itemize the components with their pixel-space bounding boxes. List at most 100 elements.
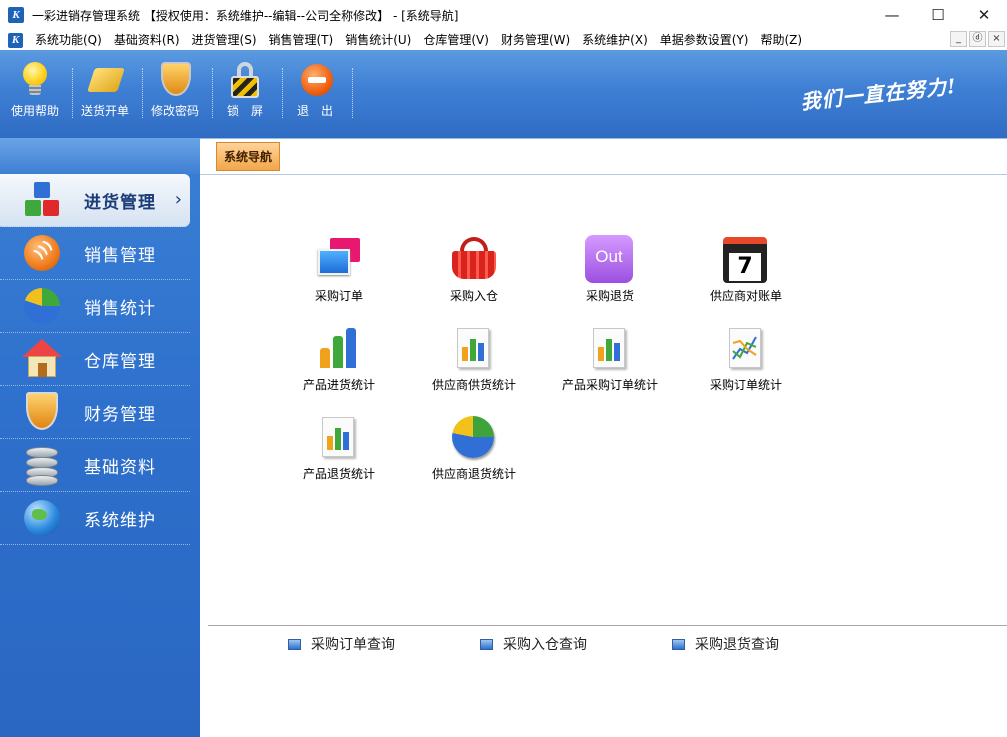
lock-icon xyxy=(227,62,263,100)
shortcut-label: 产品采购订单统计 xyxy=(561,378,658,392)
purchase-receipt-shortcut[interactable]: 采购入仓 xyxy=(409,235,539,304)
window-icon xyxy=(480,638,493,650)
shortcut-label: 采购订单 xyxy=(314,289,363,303)
shortcut-label: 产品退货统计 xyxy=(302,467,375,481)
sidebar-item-warehouse[interactable]: 仓库管理 xyxy=(0,333,190,386)
supplier-supply-stats-shortcut[interactable]: 供应商供货统计 xyxy=(409,324,539,393)
change-password-button[interactable]: 修改密码 xyxy=(145,62,205,119)
sidebar-item-purchase[interactable]: 进货管理 › xyxy=(0,174,190,227)
sidebar-item-maintenance[interactable]: 系统维护 xyxy=(0,492,190,545)
chevron-right-icon: › xyxy=(174,189,182,210)
rss-icon xyxy=(22,233,62,273)
purchase-receipt-query-link[interactable]: 采购入仓查询 xyxy=(480,634,587,654)
report-chart-icon xyxy=(314,413,364,463)
minimize-button[interactable]: — xyxy=(869,0,915,30)
menu-sales[interactable]: 销售管理(T) xyxy=(263,30,340,50)
menu-basic-data[interactable]: 基础资料(R) xyxy=(108,30,186,50)
toolbar-separator xyxy=(142,68,143,118)
product-order-stats-shortcut[interactable]: 产品采购订单统计 xyxy=(545,324,675,393)
shield-icon xyxy=(22,392,62,432)
toolbar-separator xyxy=(352,68,353,118)
report-chart-icon xyxy=(585,324,635,374)
sidebar-item-label: 财务管理 xyxy=(84,404,156,425)
shortcut-label: 采购退货 xyxy=(585,289,634,303)
query-label: 采购入仓查询 xyxy=(503,637,587,653)
pie-chart-icon xyxy=(22,286,62,326)
basket-icon xyxy=(449,235,499,285)
report-chart-icon xyxy=(449,324,499,374)
shortcut-label: 供应商退货统计 xyxy=(431,467,516,481)
mdi-logo-icon[interactable]: K xyxy=(8,32,23,48)
sidebar-item-label: 系统维护 xyxy=(84,510,156,531)
cubes-icon xyxy=(22,180,62,220)
menu-purchase[interactable]: 进货管理(S) xyxy=(186,30,263,50)
product-purchase-stats-shortcut[interactable]: 产品进货统计 xyxy=(274,324,404,393)
menu-system[interactable]: 系统功能(Q) xyxy=(29,30,108,50)
query-label: 采购退货查询 xyxy=(695,637,779,653)
change-password-label: 修改密码 xyxy=(150,104,199,118)
calendar-icon: 7 xyxy=(721,235,771,285)
slogan: 我们一直在努力! xyxy=(799,73,958,115)
pie-chart-icon xyxy=(449,413,499,463)
help-label: 使用帮助 xyxy=(10,104,59,118)
purchase-order-shortcut[interactable]: 采购订单 xyxy=(274,235,404,304)
close-button[interactable]: ✕ xyxy=(961,0,1007,30)
sidebar-item-sales[interactable]: 销售管理 xyxy=(0,227,190,280)
house-icon xyxy=(22,339,62,379)
sidebar-item-label: 销售统计 xyxy=(84,298,156,319)
sidebar-item-basic-data[interactable]: 基础资料 xyxy=(0,439,190,492)
window-icon xyxy=(288,638,301,650)
help-button[interactable]: 使用帮助 xyxy=(5,62,65,119)
purchase-return-shortcut[interactable]: Out 采购退货 xyxy=(545,235,675,304)
product-return-stats-shortcut[interactable]: 产品退货统计 xyxy=(274,413,404,482)
tab-bar: 系统导航 xyxy=(200,139,1007,175)
shortcut-label: 供应商对账单 xyxy=(709,289,782,303)
sidebar-item-finance[interactable]: 财务管理 xyxy=(0,386,190,439)
globe-icon xyxy=(22,498,62,538)
exit-button[interactable]: 退 出 xyxy=(285,62,345,119)
sidebar-item-label: 基础资料 xyxy=(84,457,156,478)
sidebar-item-label: 销售管理 xyxy=(84,245,156,266)
query-label: 采购订单查询 xyxy=(311,637,395,653)
purchase-return-query-link[interactable]: 采购退货查询 xyxy=(672,634,779,654)
sidebar: 进货管理 › 销售管理 销售统计 仓库管理 财务管理 基础资料 系统 xyxy=(0,138,200,737)
shortcut-label: 产品进货统计 xyxy=(302,378,375,392)
sidebar-item-label: 仓库管理 xyxy=(84,351,156,372)
exit-icon xyxy=(297,62,333,100)
menu-help[interactable]: 帮助(Z) xyxy=(754,30,808,50)
delivery-order-label: 送货开单 xyxy=(80,104,129,118)
delivery-order-button[interactable]: 送货开单 xyxy=(75,62,135,119)
lock-screen-button[interactable]: 锁 屏 xyxy=(215,62,275,119)
menu-warehouse[interactable]: 仓库管理(V) xyxy=(417,30,495,50)
menu-maintenance[interactable]: 系统维护(X) xyxy=(576,30,654,50)
sidebar-item-sales-stats[interactable]: 销售统计 xyxy=(0,280,190,333)
menu-sales-stats[interactable]: 销售统计(U) xyxy=(339,30,417,50)
sidebar-header xyxy=(0,138,200,174)
out-icon: Out xyxy=(585,235,635,285)
tab-system-nav[interactable]: 系统导航 xyxy=(216,142,280,171)
toolbar: 使用帮助 送货开单 修改密码 锁 屏 退 出 我们一直在努力! xyxy=(0,50,1007,138)
mdi-minimize-button[interactable]: _ xyxy=(950,31,967,47)
supplier-return-stats-shortcut[interactable]: 供应商退货统计 xyxy=(409,413,539,482)
window-icon xyxy=(672,638,685,650)
line-chart-icon xyxy=(721,324,771,374)
toolbar-separator xyxy=(282,68,283,118)
mdi-close-button[interactable]: × xyxy=(988,31,1005,47)
menu-doc-params[interactable]: 单据参数设置(Y) xyxy=(654,30,755,50)
toolbar-separator xyxy=(212,68,213,118)
purchase-order-stats-shortcut[interactable]: 采购订单统计 xyxy=(681,324,811,393)
window-title: 一彩进销存管理系统 【授权使用：系统维护--编辑--公司全称修改】 - [系统导… xyxy=(32,8,459,23)
exit-label: 退 出 xyxy=(296,104,333,118)
lock-screen-label: 锁 屏 xyxy=(226,104,263,118)
title-bar: K 一彩进销存管理系统 【授权使用：系统维护--编辑--公司全称修改】 - [系… xyxy=(0,0,1007,30)
mdi-restore-button[interactable]: ⓓ xyxy=(969,31,986,47)
purchase-order-query-link[interactable]: 采购订单查询 xyxy=(288,634,395,654)
shield-icon xyxy=(157,62,193,100)
database-icon xyxy=(22,445,62,486)
lightbulb-icon xyxy=(17,62,53,100)
menu-finance[interactable]: 财务管理(W) xyxy=(495,30,576,50)
maximize-button[interactable]: ☐ xyxy=(915,0,961,30)
menu-bar: K 系统功能(Q) 基础资料(R) 进货管理(S) 销售管理(T) 销售统计(U… xyxy=(0,30,1007,50)
supplier-statement-shortcut[interactable]: 7 供应商对账单 xyxy=(681,235,811,304)
pen-icon xyxy=(87,62,125,100)
